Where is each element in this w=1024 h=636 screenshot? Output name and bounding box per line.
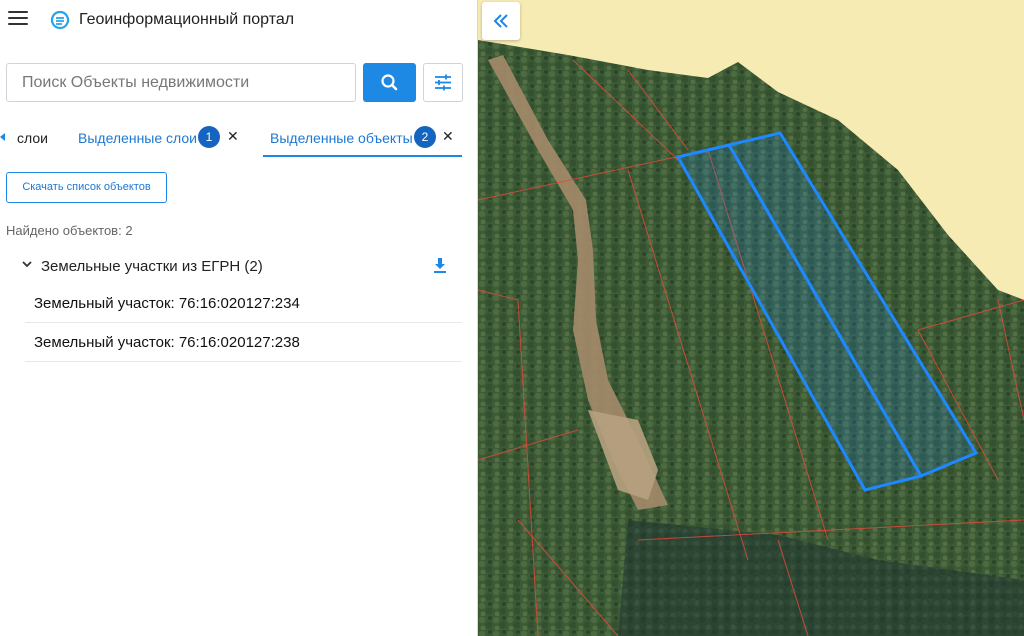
result-group-label: Земельные участки из ЕГРН (2) — [41, 258, 263, 275]
double-chevron-left-icon — [493, 14, 508, 28]
search-icon — [381, 74, 398, 91]
list-item-label: Земельный участок: 76:16:020127:234 — [34, 295, 300, 312]
download-list-button[interactable]: Скачать список объектов — [6, 172, 167, 203]
selected-objects-count-badge: 2 — [414, 126, 436, 148]
collapse-panel-button[interactable] — [482, 2, 520, 40]
tab-selected-objects[interactable]: Выделенные объекты 2 ✕ — [270, 119, 462, 157]
active-tab-indicator — [263, 155, 462, 157]
top-bar: Геоинформационный портал — [0, 0, 478, 42]
close-icon[interactable]: ✕ — [227, 128, 239, 145]
filter-button[interactable] — [423, 63, 463, 102]
tabs-scroll-left-icon[interactable] — [0, 133, 5, 141]
menu-icon[interactable] — [8, 11, 28, 27]
satellite-imagery — [478, 40, 1024, 636]
found-count: Найдено объектов: 2 — [6, 223, 133, 238]
list-item[interactable]: Земельный участок: 76:16:020127:238 — [25, 324, 462, 362]
list-item[interactable]: Земельный участок: 76:16:020127:234 — [25, 285, 462, 323]
search-button[interactable] — [363, 63, 416, 102]
search-input[interactable]: Поиск Объекты недвижимости — [6, 63, 356, 102]
portal-logo-icon — [50, 10, 70, 30]
result-group-header[interactable]: Земельные участки из ЕГРН (2) — [0, 252, 470, 280]
tune-icon — [435, 74, 451, 91]
list-item-label: Земельный участок: 76:16:020127:238 — [34, 334, 300, 351]
tab-selected-objects-label: Выделенные объекты — [270, 130, 413, 146]
close-icon[interactable]: ✕ — [442, 128, 454, 145]
tabs-bar: слои Выделенные слои 1 ✕ Выделенные объе… — [0, 119, 478, 157]
search-placeholder: Поиск Объекты недвижимости — [22, 74, 250, 91]
app-title: Геоинформационный портал — [79, 11, 295, 28]
tab-selected-layers[interactable]: Выделенные слои 1 ✕ — [78, 119, 248, 157]
download-icon[interactable] — [432, 256, 448, 274]
map-view[interactable] — [478, 0, 1024, 636]
selected-layers-count-badge: 1 — [198, 126, 220, 148]
tab-layers[interactable]: слои — [17, 130, 48, 146]
tab-selected-layers-label: Выделенные слои — [78, 130, 197, 146]
side-panel: Геоинформационный портал Поиск Объекты н… — [0, 0, 478, 636]
chevron-down-icon — [22, 261, 32, 268]
